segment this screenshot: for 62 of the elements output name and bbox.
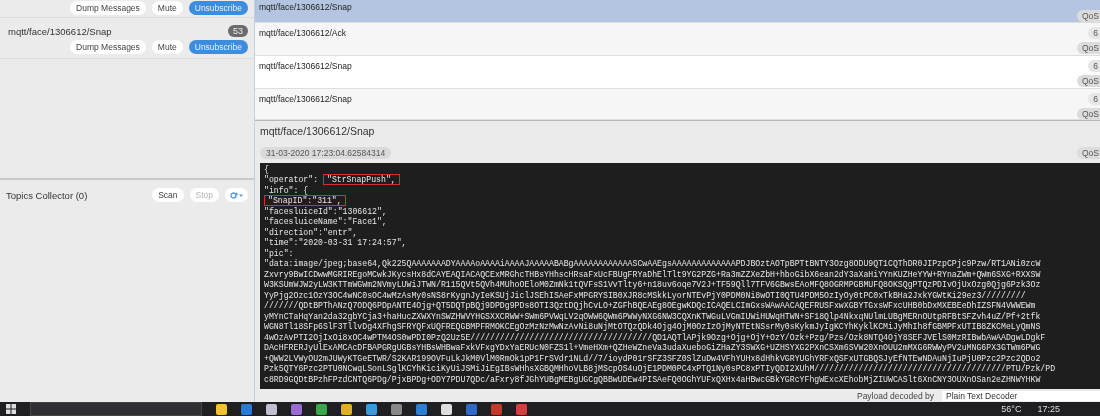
start-icon[interactable] [6, 404, 16, 414]
message-size: 6 [1088, 60, 1100, 72]
code-text: "direction":"entr", [264, 227, 358, 237]
temperature: 56°C [1001, 404, 1022, 414]
qos-tag: QoS [1077, 10, 1100, 22]
message-row[interactable]: mqtt/face/1306612/Snap 6 QoS [255, 89, 1100, 120]
code-text: yMYnCTaHqYan2da32gbYCja3+haHucZXWXYnSWZHWVYHGSXXCRWW+SWm6PVWqLV2qOWW6QWm6PWWyNXG6NW3CQXnKTWGuLVGmIUWiHUWqHTWN+SF18Qlp4NkxqNUlmLUBgMERnOUtpRFBtSFZvh4uZ/Pf+2tfk [264, 311, 1041, 321]
qos-tag: QoS [1077, 42, 1100, 54]
highlight-box: "StrSnapPush", [322, 174, 400, 186]
app-icon[interactable] [341, 403, 352, 415]
message-size: 6 [1088, 27, 1100, 39]
code-text: Zxvry9BwICDwwMGRIREgoMCwkJKycsHx8dCAYEAQIACAQCExMRGhcTHBsYHhscHRsaFxUcFBUgFRYaDhElTlt9YG2PZG+Ra3mZZXeZbH+hboGibX6ean2dY3aXaHiYYnKUZHeYYW+RYnaZWm+QWm6SXG+RXXSW [264, 269, 1041, 279]
code-text: ///////QDtBPThANzQ7ODQ6PDpANTE4Ojg+QT5DQTpBQj9DPDg9PDs8OTI3QztDQjhCvLO+ZGFhBQEAEg8OEgwKDQcICAQELCImGxsWAwAACAQEFRUSFxwXGBYTGxsWFxcUHB0bDxMXEBEeDhIZSFN4VWWEWm [264, 301, 1036, 311]
message-topic: mqtt/face/1306612/Snap [259, 61, 352, 73]
code-text: "time":"2020-03-31 17:24:57", [264, 238, 407, 248]
code-text: "facesluiceId":"1306612", [264, 206, 387, 216]
message-topic: mqtt/face/1306612/Snap [259, 94, 352, 106]
highlight-box: "SnapID":"311", [264, 195, 346, 207]
pill-button[interactable]: Mute [151, 1, 183, 15]
search-field[interactable] [30, 402, 202, 416]
code-text: "facesluiceName":"Face1", [264, 217, 387, 227]
code-text: { [264, 164, 269, 174]
app-icon[interactable] [366, 403, 377, 415]
qos-tag: QoS [1077, 75, 1100, 87]
code-text: Pzk5QTY6Pzc2PTU0NCwqLSonLSglKCYhKiciKyUiJSMiJiEgIBsWHhsXGBQMHhoVLB8jMScpOS4uOjE1PDM0PC4xPTQ1Ny0sPC8xPTIyQDI2XUhM///////////////////////////////////////PTU/Pzk/PD [264, 364, 1056, 374]
app-icon[interactable] [266, 403, 277, 415]
code-text: "operator": [264, 175, 320, 185]
app-icon[interactable] [316, 403, 327, 415]
message-size: 6 [1088, 93, 1100, 105]
code-text: YyPjg2Ozc1OzY3OC4wNC0sOC4wMzAsMy0sNS8rKygnJyIeKSUjJiclJSEhISAeFxMPGRYSIB0XJR8cMSkkLyorNTEvPjY0PDM0Ni8wOTI0QTU4PDM5OzIyOy0tPC0xTkBHa2JxkYGWtKi29ez3///////// [264, 290, 1026, 300]
pill-button[interactable]: Mute [151, 40, 183, 54]
qos-tag: QoS [1077, 146, 1100, 159]
code-text: "data:image/jpeg;base64,Qk225QAAAAAAADYAAAAoAAAAiAAAAJAAAAABABgAAAAAAAAAAAASCwAAEgsAAAAAAAAAAAAAPDJBOztAOTpBPTtBNTY3Ozg8ODU9QT1CQThDR0JIPzpCPjc9Pzw/RT1ANi0zcW [264, 259, 1041, 269]
app-icon[interactable] [216, 403, 227, 415]
code-text: WGN8Tl18SFp6SlF3TllvDg4XFhgSFRYQFxUQFREQGBMPFRMOKCEgOzMzNzMwNzAvNi8uNjMtOTQzQDk4Ojg4OjM0OzIzOjMyNTEtNSsrMy0sKykmJyIgKCYhKyklKCMiJyMhIh8fGBMPFxUTIB8ZKCMeLyQmNS [264, 322, 1041, 332]
gear-icon [230, 191, 243, 199]
code-text: "info": { [264, 185, 309, 195]
message-row[interactable]: mqtt/face/1306612/Snap 6 QoS [255, 56, 1100, 89]
code-text: c8RD9GQDtBPzhFPzdCNTQ6PDg/PjxBPDg+ODY7PDU7QDc/aFxry8fJGhYUBgMEBgUGCgQBBwUDEw4PISAeFQ0OGhYUFxQXHx4aHBwcGBkYGRcYFhgWExcXEhobMjZIUWCASlt6XnCNY3OUXnOSan2eZHNWYHKW [264, 374, 1041, 384]
message-topic: mqtt/face/1306612/Ack [259, 28, 346, 40]
message-topic: mqtt/face/1306612/Snap [259, 2, 352, 14]
settings-button[interactable] [225, 188, 248, 202]
message-title: mqtt/face/1306612/Snap [260, 125, 376, 139]
code-text: DAcHFRERJyUlExAMCAcDFBAPGRgUGBsYHBsWHBwaFxkVFxgYDxYaERUcN0FZS1l+VmeHXm+QZHeWZneVa3udaXueboGiZHaZY3SWXG+UZHSYXG2PXnCSXm6SVW20XnOUU2mMXG6RWWyPV2uMNG6PX3GTWm6PWG [264, 343, 1041, 353]
subscription-topic: mqtt/face/1306612/Snap [8, 25, 112, 37]
message-count: 53 [228, 25, 248, 37]
code-text: +QWW2LVWyOU2mJUWyKTGeETWR/S2KAR199OVFuLkJkM0VlM0RmOk1pP1FrSVdr1NLd//7/ioydP01rSFZ3SFZ0SlZuDw4VFhYUHx8dHhkVGRYUGhYRFxQSFxUTGBQSJyEfNTEwNDAuNjIuPjU0Pzc2Pzc2QDo2 [264, 353, 1041, 363]
code-text: 4wOzAvPTI2OjIxOi8xOC4wPTM4OS0wPDI0PzQ2Uz5E/////////////////////////////////////QD1AQTlAPjk9Ozg+Ojg+OjY+OzY/Ozk+Pzg/Pzs/Ozk8NTQ4OjY8SEFJVElS0MzRIBwbAwAADgwLDgkF [264, 332, 1046, 342]
qos-tag: QoS [1077, 108, 1100, 119]
panel-title: Topics Collector (0) [6, 189, 88, 201]
pill-button[interactable]: Dump Messages [70, 1, 146, 15]
message-row[interactable]: mqtt/face/1306612/Ack 6 QoS [255, 23, 1100, 56]
scan-button[interactable]: Scan [152, 188, 184, 202]
timestamp: 31-03-2020 17:23:04.62584314 [260, 146, 392, 159]
app-icon[interactable] [441, 403, 452, 415]
clock: 17:25 [1037, 404, 1060, 414]
code-text: W3KSUmWJW2yLW3KTTmWGWm2NVmyLUWiJTWN/R115QVt5QVh4MUhoOEloM0ZmNk1tQVFsS1VvTlty6+n18uv6oqe7V2J+TF59Qll7TFV6GBwsEAoMFQ8OGRMPGBMUFQ8OKSQgPTQzPDIvOjUxOzg0Qjg6Pzk3Oz [264, 280, 1041, 290]
code-text: "pic": [264, 248, 294, 258]
message-row[interactable]: mqtt/face/1306612/Snap QoS [255, 0, 1100, 23]
pill-button[interactable]: Dump Messages [70, 40, 146, 54]
decoder-label: Payload decoded by [856, 391, 934, 401]
decoder-select[interactable]: Plain Text Decoder [942, 391, 1100, 401]
